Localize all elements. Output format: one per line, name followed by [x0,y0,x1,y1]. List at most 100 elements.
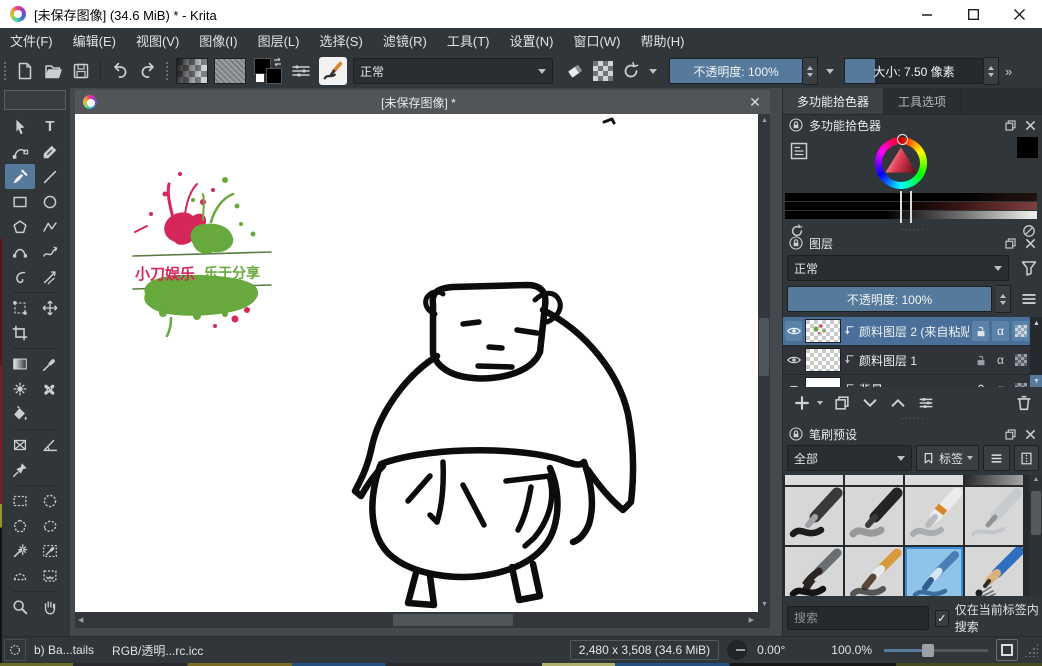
layer-thumbnail[interactable] [805,377,841,387]
opacity-slider[interactable]: 不透明度: 100% [669,58,803,84]
layer-thumbnail[interactable] [805,348,841,372]
duplicate-layer-button[interactable] [829,391,855,415]
menu-file[interactable]: 文件(F) [0,29,63,54]
brush-grid-scrollbar[interactable]: ▲ ▼ [1029,475,1042,596]
alpha-lock-icon[interactable] [1012,321,1029,341]
brush-size-spinner[interactable] [984,57,999,85]
tool-freehand-path[interactable] [35,239,65,264]
layer-options-menu-icon[interactable] [1019,290,1039,308]
horizontal-scroll-thumb[interactable] [393,614,513,626]
layer-row-background[interactable]: 背景 α [783,375,1042,387]
background-color-swatch[interactable] [266,68,282,84]
blending-mode-combo[interactable]: 正常 [353,58,553,84]
tool-zoom[interactable] [5,594,35,619]
tool-rect-select[interactable] [5,488,35,513]
scroll-up-icon[interactable]: ▲ [761,116,768,126]
docker-lock-icon[interactable] [788,426,804,442]
drawing-canvas[interactable]: 小刀娱乐 乐于分享 [75,114,758,612]
alpha-lock-icon[interactable] [1012,350,1029,370]
shade-selector[interactable] [785,193,1037,220]
brush-tile-marker[interactable] [845,487,903,545]
menu-window[interactable]: 窗口(W) [564,29,631,54]
tool-colorize-mask[interactable] [5,376,35,401]
toolbox-drag-header[interactable] [4,90,66,110]
close-docker-icon[interactable] [1023,118,1038,133]
alpha-inherit-icon[interactable]: α [992,350,1009,370]
tool-text[interactable]: T [35,114,65,139]
menu-layer[interactable]: 图层(L) [248,29,310,54]
add-layer-dropdown-icon[interactable] [817,401,823,405]
tool-dynamic-brush[interactable] [5,264,35,289]
redo-button[interactable] [134,57,162,85]
maximize-button[interactable] [950,0,996,28]
undo-button[interactable] [106,57,134,85]
opacity-spinner[interactable] [803,57,818,85]
color-wheel[interactable] [875,137,927,189]
visibility-eye-icon[interactable] [785,379,802,387]
brush-search-input[interactable] [787,606,929,630]
tool-crop[interactable] [5,320,35,345]
brush-tile-eraser-3[interactable] [905,475,963,485]
tool-freehand-select[interactable] [35,513,65,538]
panel-resize-handle[interactable]: ······ [783,415,1042,422]
brush-tile-white-pen[interactable] [905,487,963,545]
swap-colors-icon[interactable] [273,57,283,67]
tool-transform[interactable] [5,295,35,320]
tool-calligraphy[interactable] [35,139,65,164]
alpha-inherit-icon[interactable]: α [992,321,1009,341]
brush-settings-button[interactable] [287,57,315,85]
tool-similar-color-select[interactable] [5,538,35,563]
tool-magnetic-select[interactable] [35,563,65,588]
tool-select-shapes[interactable] [5,114,35,139]
fit-view-button[interactable] [996,639,1018,661]
tool-fill[interactable] [5,401,35,426]
tool-measure[interactable] [35,432,65,457]
color-profile-label[interactable]: RGB/透明...rc.icc [112,642,203,659]
toolbar-drag-handle[interactable] [165,61,170,81]
preset-details-button[interactable] [1014,445,1039,471]
layer-opacity-spinner[interactable] [996,285,1011,313]
brush-tile-eraser-2[interactable] [845,475,903,485]
close-docker-icon[interactable] [1023,236,1038,251]
brush-tile-tech-pen[interactable] [965,487,1023,545]
menu-settings[interactable]: 设置(N) [499,29,563,54]
tool-edit-shapes[interactable] [5,139,35,164]
shade-handle[interactable] [900,191,912,223]
layer-lock-icon[interactable] [972,321,989,341]
open-document-button[interactable] [39,57,67,85]
delete-layer-button[interactable] [1011,391,1037,415]
tool-polygon-select[interactable] [5,513,35,538]
layer-properties-button[interactable] [913,391,939,415]
new-document-button[interactable] [11,57,39,85]
menu-view[interactable]: 视图(V) [126,29,189,54]
selector-settings-icon[interactable] [789,141,809,161]
menu-help[interactable]: 帮助(H) [630,29,694,54]
menu-tools[interactable]: 工具(T) [437,29,500,54]
gradient-chooser[interactable] [176,58,208,84]
tool-ellipse[interactable] [35,189,65,214]
tool-select-by-color[interactable] [35,538,65,563]
brush-filter-combo[interactable]: 全部 [787,445,912,471]
presets-display-menu-button[interactable] [983,445,1010,471]
hue-ring-handle[interactable] [897,134,908,145]
layer-row-paint1[interactable]: 颜料图层 1 α [783,346,1042,375]
reload-preset-button[interactable] [617,57,645,85]
subwindow-titlebar[interactable]: [未保存图像] * ✕ [75,90,770,115]
float-docker-icon[interactable] [1003,118,1018,133]
tool-polyline[interactable] [35,214,65,239]
tool-pan[interactable] [35,594,65,619]
zoom-slider-handle[interactable] [922,644,934,657]
layer-blend-mode-combo[interactable]: 正常 [787,255,1009,281]
tool-bezier-select[interactable] [5,563,35,588]
opacity-dropdown-icon[interactable] [826,69,834,74]
scroll-left-icon[interactable]: ◀ [78,616,83,626]
brush-tile-ink-pen[interactable] [785,487,843,545]
search-in-tag-checkbox[interactable]: ✓ [935,610,949,627]
tool-smart-patch[interactable] [35,376,65,401]
tool-reference-images[interactable] [5,457,35,482]
visibility-eye-icon[interactable] [785,321,802,341]
brush-tile-paintbrush-dark[interactable] [785,547,843,596]
subwindow-close-icon[interactable]: ✕ [740,94,770,111]
tool-move[interactable] [35,295,65,320]
brush-tile-blue-pencil[interactable] [965,547,1023,596]
